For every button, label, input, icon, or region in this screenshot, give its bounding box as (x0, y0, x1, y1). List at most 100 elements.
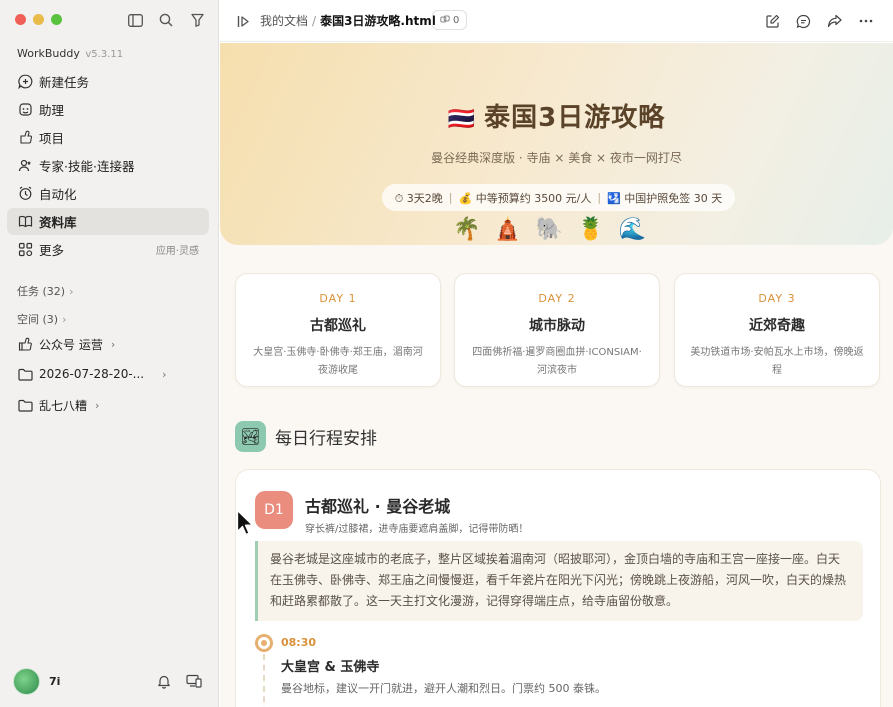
panel-toggle-icon[interactable] (235, 11, 253, 31)
document-viewer[interactable]: 🇹🇭 泰国3日游攻略 曼谷经典深度版 · 寺庙 × 美食 × 夜市一网打尽 ⏱ 3… (220, 43, 893, 707)
link-count-badge[interactable]: 0 (432, 10, 468, 30)
sidebar-item-label: 助理 (39, 103, 65, 118)
hero-title-text: 泰国3日游攻略 (484, 103, 666, 133)
day-desc: 四面佛祈福·暹罗商圈血拼·ICONSIAM·河滨夜市 (472, 347, 642, 376)
library-icon (17, 214, 33, 230)
day-card-2[interactable]: DAY 2 城市脉动 四面佛祈福·暹罗商圈血拼·ICONSIAM·河滨夜市 (454, 273, 660, 387)
page-title: 🇹🇭 泰国3日游攻略 (220, 97, 893, 134)
section-title: 每日行程安排 (275, 429, 377, 449)
space-item-label: 乱七八糟 (39, 398, 88, 413)
space-item-label: 公众号 运营 (39, 337, 103, 352)
space-item-gongzhonghao[interactable]: 公众号 运营 › (7, 331, 209, 357)
breadcrumb-current: 泰国3日游攻略.html (320, 14, 436, 28)
chevron-right-icon: › (62, 312, 67, 326)
hero-banner: 🇹🇭 泰国3日游攻略 曼谷经典深度版 · 寺庙 × 美食 × 夜市一网打尽 ⏱ 3… (220, 43, 893, 245)
tasks-section-toggle[interactable]: 任务 (32) › (17, 283, 73, 299)
sidebar-item-label: 更多 (39, 243, 65, 258)
day-desc: 美功铁道市场·安帕瓦水上市场，傍晚返程 (690, 347, 864, 376)
sidebar-item-assistant[interactable]: 助理 (7, 96, 209, 123)
more-icon[interactable] (856, 11, 875, 31)
sidebar: WorkBuddy v5.3.11 新建任务 助理 项目 专家·技能·连接器 自… (0, 0, 219, 707)
mouse-cursor-icon (236, 509, 254, 536)
visa-info: 🛂 中国护照免签 30 天 (607, 191, 723, 205)
hero-subtitle: 曼谷经典深度版 · 寺庙 × 美食 × 夜市一网打尽 (431, 151, 682, 165)
chevron-right-icon: › (162, 367, 167, 381)
day-detail-card: D1 古都巡礼 · 曼谷老城 穿长裤/过膝裙，进寺庙要遮肩盖脚，记得带防晒！ 曼… (235, 469, 881, 707)
avatar[interactable] (13, 667, 40, 695)
sidebar-item-project[interactable]: 项目 (7, 124, 209, 151)
duration-info: ⏱ 3天2晚 (394, 191, 443, 205)
top-bar: 我的文档 / 泰国3日游攻略.html 0 (220, 0, 893, 42)
space-item-misc[interactable]: 乱七八糟 › (7, 392, 209, 418)
sidebar-item-label: 项目 (39, 131, 65, 146)
breadcrumb-parent[interactable]: 我的文档 (260, 14, 308, 28)
sidebar-item-new-task[interactable]: 新建任务 (7, 68, 209, 95)
day-desc: 大皇宫·玉佛寺·卧佛寺·郑王庙，湄南河夜游收尾 (253, 347, 423, 376)
more-grid-icon (17, 242, 33, 258)
day-intro-quote: 曼谷老城是这座城市的老底子，整片区域挨着湄南河（昭披耶河），金顶白墙的寺庙和王宫… (255, 541, 863, 621)
timeline-time: 08:30 (281, 636, 317, 649)
sidebar-item-experts[interactable]: 专家·技能·连接器 (7, 152, 209, 179)
chevron-right-icon: › (95, 398, 100, 412)
day-title: 城市脉动 (529, 318, 585, 334)
sidebar-toggle-icon[interactable] (126, 10, 144, 30)
sidebar-nav: 新建任务 助理 项目 专家·技能·连接器 自动化 资料库 更多 应用·灵感 (7, 68, 209, 264)
day-title: 古都巡礼 (310, 318, 366, 334)
landscape-icon: 🏞 (235, 421, 266, 452)
spaces-section-label: 空间 (3) (17, 313, 59, 326)
chevron-right-icon: › (69, 284, 74, 298)
decorative-icons: 🌴🛕🐘🍍🌊 (453, 217, 660, 242)
timeline-desc: 曼谷地标，建议一开门就进，避开人潮和烈日。门票约 500 泰铢。 (281, 682, 606, 695)
share-icon[interactable] (825, 11, 844, 31)
filter-icon[interactable] (188, 10, 206, 30)
project-icon (17, 130, 33, 146)
app-brand: WorkBuddy v5.3.11 (17, 47, 123, 60)
day-badge: D1 (255, 491, 293, 529)
maximize-window-button[interactable] (51, 14, 62, 25)
minimize-window-button[interactable] (33, 14, 44, 25)
day-card-3[interactable]: DAY 3 近郊奇趣 美功铁道市场·安帕瓦水上市场，傍晚返程 (674, 273, 880, 387)
edit-icon[interactable] (763, 11, 782, 31)
day-number: DAY 2 (538, 292, 576, 305)
spaces-section-toggle[interactable]: 空间 (3) › (17, 311, 66, 327)
day-title: 近郊奇趣 (749, 318, 805, 334)
timeline-title: 大皇宫 & 玉佛寺 (281, 660, 380, 675)
sidebar-item-extra: 应用·灵感 (155, 246, 199, 257)
close-window-button[interactable] (15, 14, 26, 25)
devices-icon[interactable] (185, 671, 203, 691)
assistant-icon (17, 102, 33, 118)
comment-icon[interactable] (794, 11, 813, 31)
sidebar-item-library[interactable]: 资料库 (7, 208, 209, 235)
sidebar-toolbar (126, 10, 206, 30)
sidebar-item-label: 自动化 (39, 187, 77, 202)
app-name: WorkBuddy (17, 47, 80, 60)
bell-icon[interactable] (155, 671, 173, 691)
new-task-icon (17, 74, 33, 90)
folder-icon (17, 366, 33, 382)
link-icon (440, 14, 450, 27)
timeline-line (263, 654, 265, 707)
day-card-1[interactable]: DAY 1 古都巡礼 大皇宫·玉佛寺·卧佛寺·郑王庙，湄南河夜游收尾 (235, 273, 441, 387)
folder-icon (17, 397, 33, 413)
chevron-right-icon: › (110, 337, 116, 351)
sidebar-item-label: 新建任务 (39, 75, 90, 90)
day-detail-title: 古都巡礼 · 曼谷老城 (305, 497, 451, 516)
link-count: 0 (453, 14, 460, 26)
app-version: v5.3.11 (85, 49, 124, 60)
schedule-section-header: 🏞 每日行程安排 (235, 421, 377, 452)
space-item-label: 2026-07-28-20-... (39, 367, 145, 381)
space-item-dated-folder[interactable]: 2026-07-28-20-... › (7, 361, 209, 387)
timeline-dot (255, 634, 273, 652)
budget-info: 💰 中等预算约 3500 元/人 (458, 191, 592, 205)
sidebar-item-label: 资料库 (39, 215, 77, 230)
breadcrumb: 我的文档 / 泰国3日游攻略.html (260, 12, 436, 29)
sidebar-item-automation[interactable]: 自动化 (7, 180, 209, 207)
trip-summary-pill: ⏱ 3天2晚 | 💰 中等预算约 3500 元/人 | 🛂 中国护照免签 30 … (382, 184, 735, 211)
expert-icon (17, 158, 33, 174)
sidebar-item-more[interactable]: 更多 应用·灵感 (7, 236, 209, 263)
thailand-flag-icon: 🇹🇭 (447, 107, 477, 132)
divider: | (448, 191, 453, 204)
user-bar: 7i (13, 667, 208, 695)
tasks-section-label: 任务 (32) (17, 285, 66, 298)
search-icon[interactable] (157, 10, 175, 30)
